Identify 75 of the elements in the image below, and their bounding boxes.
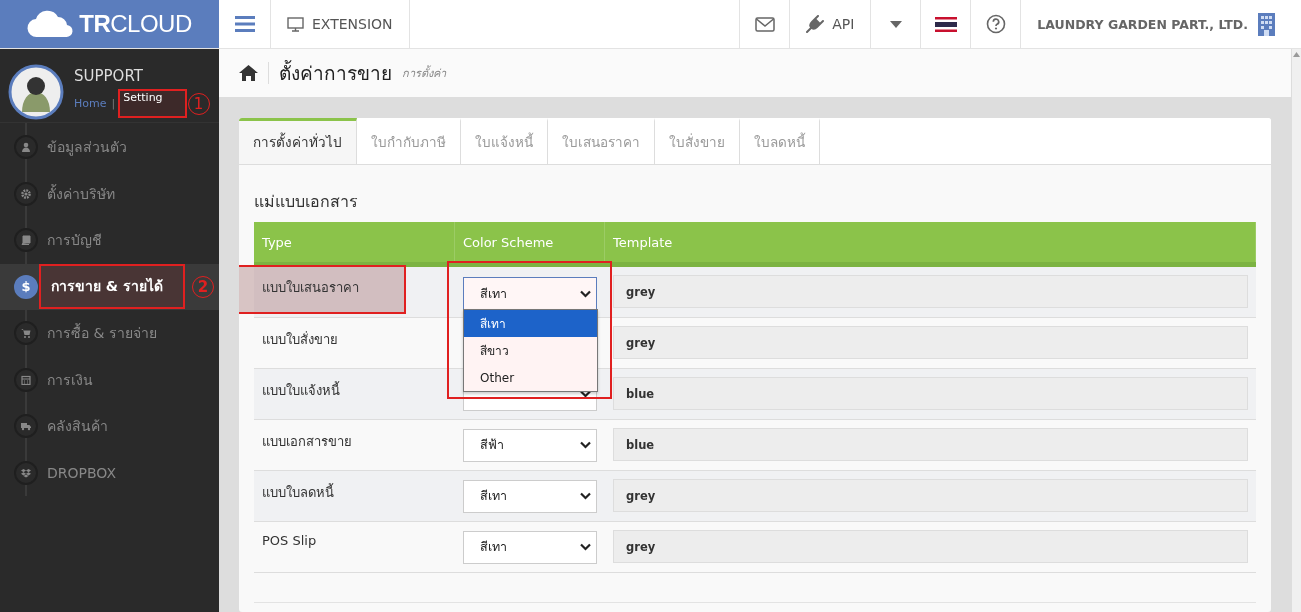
template-field[interactable]: blue [613, 377, 1248, 410]
template-field[interactable]: grey [613, 530, 1248, 563]
color-scheme-select[interactable]: สีเทา [463, 479, 597, 513]
sidebar-label: การเงิน [47, 370, 93, 390]
chevron-icon [580, 390, 591, 398]
menu-icon [234, 16, 255, 32]
chevron-icon [580, 543, 591, 551]
table-cell: แบบใบเสนอราคา [239, 267, 404, 312]
section-title: แม่แบบเอกสาร [254, 191, 359, 213]
extension-button[interactable]: EXTENSION [271, 0, 410, 48]
building-icon [1258, 12, 1275, 36]
template-field[interactable]: grey [613, 326, 1248, 359]
table-cell-text: แบบใบสั่งขาย [262, 330, 338, 349]
gear-icon [21, 188, 31, 199]
scrollbar[interactable] [1291, 49, 1301, 612]
tab[interactable]: การตั้งค่าทั่วไป [239, 118, 357, 164]
color-scheme-select[interactable]: สีฟ้า [463, 428, 597, 462]
company-button[interactable]: LAUNDRY GARDEN PART., LTD. [1021, 0, 1291, 48]
template-field[interactable]: blue [613, 428, 1248, 461]
sidebar-item[interactable]: คลังสินค้า [0, 403, 219, 450]
breadcrumb-separator: | [111, 97, 116, 110]
person-icon [21, 142, 31, 153]
table-cell-text: แบบใบแจ้งหนี้ [262, 380, 340, 400]
page-subtitle: การตั้งค่า [402, 64, 446, 82]
caret-icon [889, 20, 902, 28]
sidebar-item[interactable]: การบัญชี [0, 217, 219, 264]
api-button[interactable]: API [790, 0, 872, 48]
sidebar-label: การขาย & รายได้ [41, 266, 183, 308]
table-cell-text: POS Slip [262, 532, 317, 550]
sidebar-item[interactable]: ตั้งค่าบริษัท [0, 170, 219, 217]
flag-icon [934, 16, 957, 32]
sidebar-label: การบัญชี [47, 231, 102, 251]
dollar-icon: $ [14, 274, 38, 299]
monitor-icon [287, 16, 304, 32]
plug-icon [806, 15, 825, 33]
breadcrumb-link[interactable]: Setting [120, 91, 185, 116]
dropdown-option[interactable]: Other [464, 364, 597, 391]
scroll-up-icon [1293, 52, 1300, 57]
chevron-icon [580, 441, 591, 449]
table-cell-text: แบบใบลดหนี้ [262, 482, 334, 502]
template-field[interactable]: grey [613, 479, 1248, 512]
sidebar-item[interactable]: การซื้อ & รายจ่าย [0, 310, 219, 357]
sidebar-label: ตั้งค่าบริษัท [47, 183, 115, 204]
sidebar-item[interactable]: $ การขาย & รายได้ 2 [0, 263, 219, 310]
sidebar-label: คลังสินค้า [47, 417, 108, 437]
template-field[interactable]: grey [613, 275, 1248, 308]
help-icon [985, 14, 1006, 34]
sidebar-item[interactable]: การเงิน [0, 356, 219, 403]
color-scheme-select[interactable]: สีเทา [463, 277, 597, 310]
column-header: Color Scheme [455, 222, 605, 262]
dropdown-option[interactable]: สีขาว [464, 337, 597, 364]
table-cell-text: แบบเอกสารขาย [262, 433, 352, 451]
breadcrumb-link[interactable]: Home [74, 97, 107, 110]
mail-icon [754, 16, 775, 32]
truck-icon [21, 421, 31, 432]
column-header: Type [254, 222, 455, 262]
sidebar-label: DROPBOX [47, 464, 117, 481]
chevron-icon [580, 492, 591, 500]
column-header: Template [605, 222, 1256, 262]
home-icon [239, 65, 258, 81]
sidebar-item[interactable]: DROPBOX [0, 449, 219, 496]
calendar-icon [21, 374, 31, 385]
sidebar-item[interactable]: ข้อมูลส่วนตัว [0, 124, 219, 171]
cart-icon [21, 328, 31, 339]
dropdown-option[interactable]: สีเทา [464, 310, 597, 337]
dropbox-icon [21, 467, 31, 478]
avatar-icon [8, 63, 64, 120]
book-icon [21, 235, 31, 246]
logo-text: TRCLOUD [79, 10, 192, 38]
sidebar-label: ข้อมูลส่วนตัว [47, 138, 127, 158]
chevron-icon [580, 289, 591, 298]
color-scheme-select[interactable]: สีเทา [463, 530, 597, 564]
page-title: ตั้งค่าการขาย [279, 59, 392, 86]
sidebar-label: การซื้อ & รายจ่าย [47, 322, 157, 344]
user-name: SUPPORT [74, 67, 144, 85]
